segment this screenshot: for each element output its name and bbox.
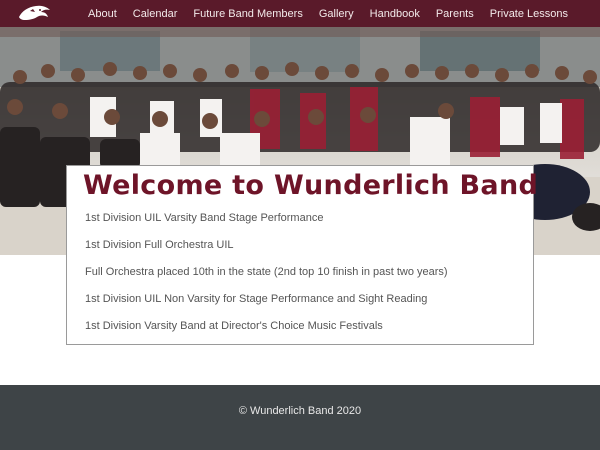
copyright-text: © Wunderlich Band 2020: [238, 405, 362, 417]
list-item: 1st Division UIL Non Varsity for Stage P…: [85, 293, 428, 305]
nav-item-parents[interactable]: Parents: [436, 8, 474, 20]
cougar-logo-icon[interactable]: [16, 2, 52, 24]
nav-item-future-band-members[interactable]: Future Band Members: [193, 8, 302, 20]
list-item: 1st Division Full Orchestra UIL: [85, 239, 234, 251]
list-item: Full Orchestra placed 10th in the state …: [85, 266, 448, 278]
welcome-card: Welcome to Wunderlich Band 1st Division …: [66, 165, 539, 347]
footer: © Wunderlich Band 2020: [0, 385, 600, 450]
achievement-list: 1st Division UIL Varsity Band Stage Perf…: [85, 212, 448, 347]
nav-item-calendar[interactable]: Calendar: [133, 8, 178, 20]
nav-item-about[interactable]: About: [88, 8, 117, 20]
page-title: Welcome to Wunderlich Band: [83, 170, 539, 201]
list-item: 1st Division UIL Varsity Band Stage Perf…: [85, 212, 324, 224]
nav-item-handbook[interactable]: Handbook: [370, 8, 420, 20]
nav-item-private-lessons[interactable]: Private Lessons: [490, 8, 568, 20]
nav-menu: About Calendar Future Band Members Galle…: [80, 0, 576, 27]
nav-item-gallery[interactable]: Gallery: [319, 8, 354, 20]
top-navbar: About Calendar Future Band Members Galle…: [0, 0, 600, 27]
list-item: 1st Division Varsity Band at Director's …: [85, 320, 383, 332]
